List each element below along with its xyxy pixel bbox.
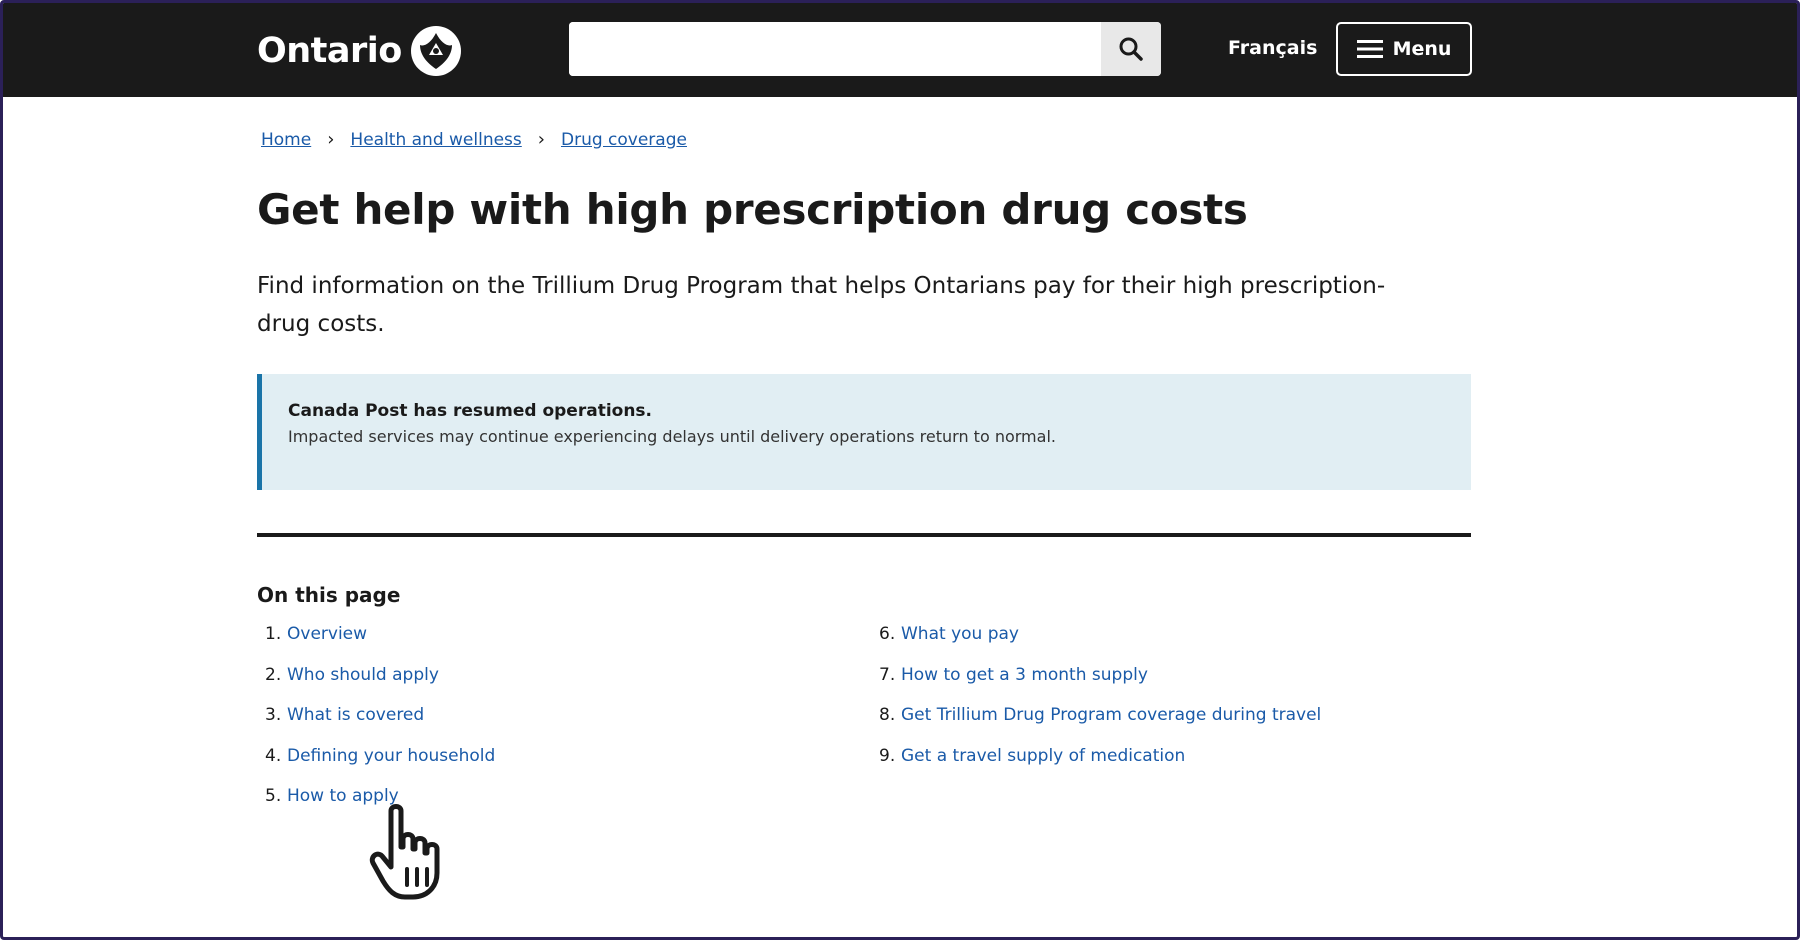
toc-item: 8. Get Trillium Drug Program coverage dur… xyxy=(879,705,1321,746)
breadcrumb: Home › Health and wellness › Drug covera… xyxy=(261,129,687,150)
toc-link-overview[interactable]: Overview xyxy=(287,624,367,644)
page-lead: Find information on the Trillium Drug Pr… xyxy=(257,273,1386,337)
chevron-right-icon: › xyxy=(537,129,545,150)
alert-body: Impacted services may continue experienc… xyxy=(288,427,1056,446)
breadcrumb-home[interactable]: Home xyxy=(261,130,311,150)
breadcrumb-health-and-wellness[interactable]: Health and wellness xyxy=(350,130,521,150)
toc-item: 4. Defining your household xyxy=(265,746,495,787)
ontario-logo-link[interactable]: Ontario xyxy=(257,25,462,77)
toc-link-what-you-pay[interactable]: What you pay xyxy=(901,624,1019,644)
alert-title: Canada Post has resumed operations. xyxy=(288,401,653,421)
logo-text: Ontario xyxy=(257,31,402,71)
toc-number: 3. xyxy=(265,705,282,725)
toc-item: 7. How to get a 3 month supply xyxy=(879,665,1321,706)
search-button[interactable] xyxy=(1101,22,1161,76)
section-divider xyxy=(257,533,1471,537)
toc-link-what-is-covered[interactable]: What is covered xyxy=(287,705,424,725)
toc-link-3-month-supply[interactable]: How to get a 3 month supply xyxy=(901,665,1148,685)
site-header: Ontario Français Menu xyxy=(3,3,1797,97)
hand-pointer-icon xyxy=(369,804,440,900)
toc-number: 5. xyxy=(265,786,282,806)
search-bar xyxy=(569,22,1161,76)
language-toggle-link[interactable]: Français xyxy=(1228,37,1317,59)
toc-link-travel-supply[interactable]: Get a travel supply of medication xyxy=(901,746,1185,766)
chevron-right-icon: › xyxy=(327,129,335,150)
page-title: Get help with high prescription drug cos… xyxy=(257,185,1248,234)
menu-label: Menu xyxy=(1392,38,1452,60)
toc-number: 7. xyxy=(879,664,896,685)
toc-number: 9. xyxy=(879,745,896,766)
toc-link-who-should-apply[interactable]: Who should apply xyxy=(287,665,439,685)
breadcrumb-drug-coverage[interactable]: Drug coverage xyxy=(561,130,687,150)
browser-frame: Ontario Français Menu Home › Health and … xyxy=(0,0,1800,940)
toc-link-coverage-during-travel[interactable]: Get Trillium Drug Program coverage durin… xyxy=(901,705,1321,725)
toc-number: 6. xyxy=(879,624,896,644)
toc-number: 1. xyxy=(265,624,282,644)
toc-list-right: 6. What you pay 7. How to get a 3 month su… xyxy=(879,624,1321,786)
toc-heading: On this page xyxy=(257,583,401,607)
service-alert: Canada Post has resumed operations. Impa… xyxy=(257,374,1471,490)
toc-item: 9. Get a travel supply of medication xyxy=(879,746,1321,787)
toc-number: 8. xyxy=(879,705,896,725)
toc-item: 3. What is covered xyxy=(265,705,495,746)
toc-list-left: 1. Overview 2. Who should apply 3. What is … xyxy=(265,624,495,827)
toc-item: 2. Who should apply xyxy=(265,665,495,706)
search-input[interactable] xyxy=(569,22,1101,76)
toc-number: 4. xyxy=(265,745,282,766)
toc-item: 1. Overview xyxy=(265,624,495,665)
toc-number: 2. xyxy=(265,664,282,685)
hamburger-icon xyxy=(1356,40,1383,58)
search-icon xyxy=(1119,37,1143,61)
toc-item: 6. What you pay xyxy=(879,624,1321,665)
trillium-icon xyxy=(410,26,461,76)
menu-button[interactable]: Menu xyxy=(1336,22,1472,76)
toc-link-defining-your-household[interactable]: Defining your household xyxy=(287,746,495,766)
